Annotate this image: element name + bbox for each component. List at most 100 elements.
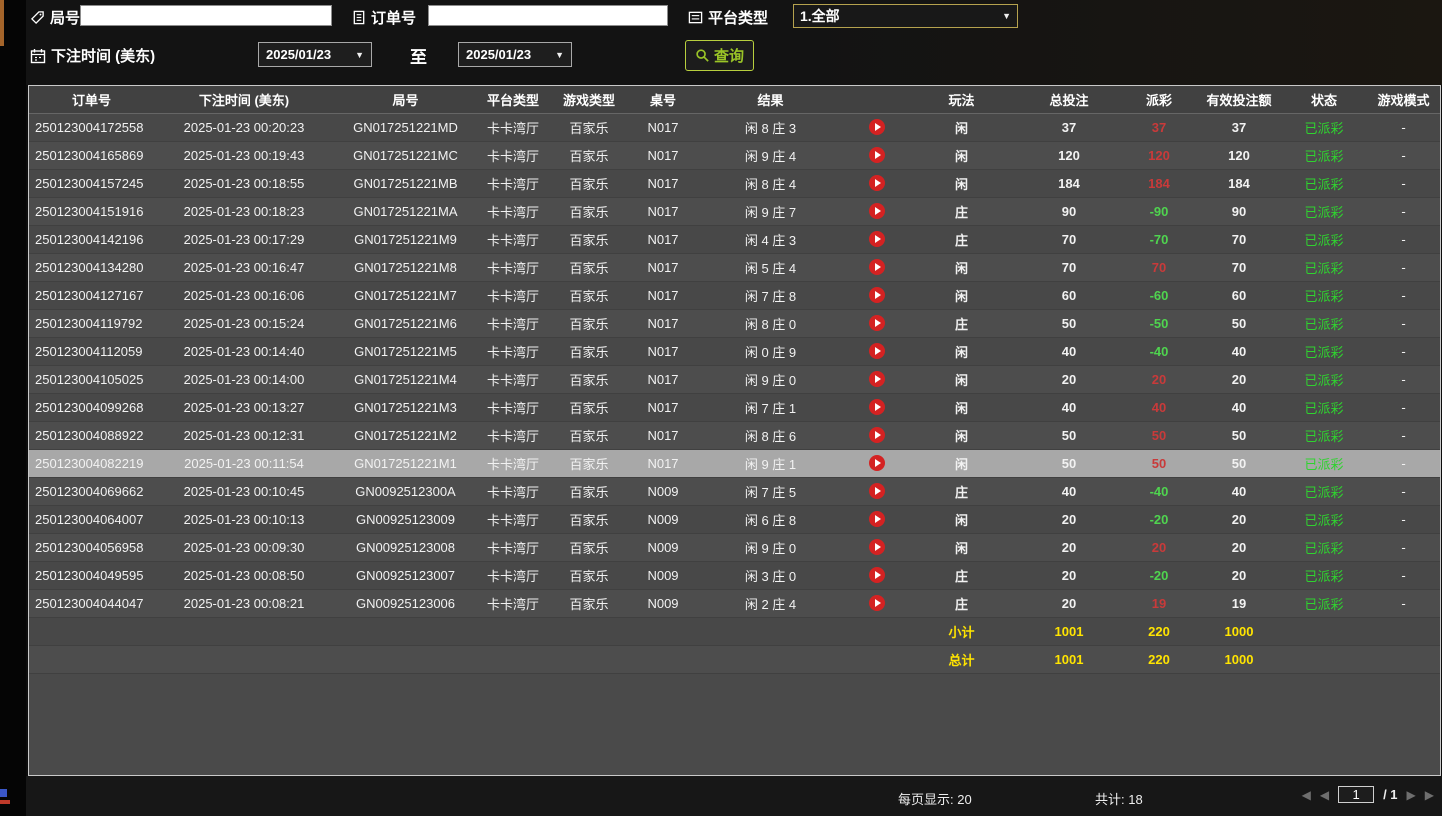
table-row[interactable]: 2501230040440472025-01-23 00:08:21GN0092… xyxy=(29,589,1441,617)
left-accent-top xyxy=(0,0,4,46)
play-icon[interactable] xyxy=(869,231,885,247)
table-row[interactable]: 2501230041519162025-01-23 00:18:23GN0172… xyxy=(29,197,1441,225)
cell-mode: - xyxy=(1364,477,1441,505)
result-video-cell xyxy=(844,421,909,449)
table-row[interactable]: 2501230040569582025-01-23 00:09:30GN0092… xyxy=(29,533,1441,561)
table-row[interactable]: 2501230041271672025-01-23 00:16:06GN0172… xyxy=(29,281,1441,309)
cell-bet: 庄 xyxy=(909,561,1014,589)
total-count-label: 共计: 18 xyxy=(1095,789,1143,808)
table-row[interactable]: 2501230040822192025-01-23 00:11:54GN0172… xyxy=(29,449,1441,477)
page-number-input[interactable] xyxy=(1338,786,1374,803)
cell-game: 百家乐 xyxy=(549,533,629,561)
table-row[interactable]: 2501230041572452025-01-23 00:18:55GN0172… xyxy=(29,169,1441,197)
total-total-bet: 1001 xyxy=(1014,645,1124,673)
cell-table_no: N017 xyxy=(629,169,697,197)
cell-time: 2025-01-23 00:10:45 xyxy=(154,477,334,505)
table-row[interactable]: 2501230041197922025-01-23 00:15:24GN0172… xyxy=(29,309,1441,337)
play-icon[interactable] xyxy=(869,287,885,303)
cell-result: 闲 0 庄 9 xyxy=(697,337,844,365)
left-accent-bottom-blue xyxy=(0,789,7,797)
play-icon[interactable] xyxy=(869,595,885,611)
cell-order: 250123004119792 xyxy=(29,309,154,337)
cell-order: 250123004157245 xyxy=(29,169,154,197)
result-video-cell xyxy=(844,589,909,617)
play-icon[interactable] xyxy=(869,119,885,135)
column-header: 有效投注额 xyxy=(1194,86,1284,113)
table-row[interactable]: 2501230041342802025-01-23 00:16:47GN0172… xyxy=(29,253,1441,281)
cell-time: 2025-01-23 00:10:13 xyxy=(154,505,334,533)
round-number-input[interactable] xyxy=(80,5,332,26)
subtotal-label: 小计 xyxy=(909,617,1014,645)
play-icon[interactable] xyxy=(869,539,885,555)
search-button[interactable]: 查询 xyxy=(685,40,754,71)
play-icon[interactable] xyxy=(869,147,885,163)
subtotal-spacer-right xyxy=(1284,617,1441,645)
play-icon[interactable] xyxy=(869,315,885,331)
cell-result: 闲 7 庄 8 xyxy=(697,281,844,309)
first-page-button[interactable]: ◀ xyxy=(1302,788,1311,802)
cell-bet: 闲 xyxy=(909,281,1014,309)
cell-platform: 卡卡湾厅 xyxy=(477,253,549,281)
column-header xyxy=(844,86,909,113)
cell-bet: 闲 xyxy=(909,533,1014,561)
date-to-value: 2025/01/23 xyxy=(466,47,531,62)
play-icon[interactable] xyxy=(869,371,885,387)
table-row[interactable]: 2501230041725582025-01-23 00:20:23GN0172… xyxy=(29,113,1441,141)
cell-game: 百家乐 xyxy=(549,281,629,309)
play-icon[interactable] xyxy=(869,455,885,471)
play-icon[interactable] xyxy=(869,567,885,583)
cell-round: GN017251221MD xyxy=(334,113,477,141)
cell-table_no: N017 xyxy=(629,141,697,169)
document-icon xyxy=(352,10,366,25)
order-number-input[interactable] xyxy=(428,5,668,26)
table-row[interactable]: 2501230041050252025-01-23 00:14:00GN0172… xyxy=(29,365,1441,393)
prev-page-button[interactable]: ◀ xyxy=(1320,788,1329,802)
table-row[interactable]: 2501230041421962025-01-23 00:17:29GN0172… xyxy=(29,225,1441,253)
cell-time: 2025-01-23 00:14:40 xyxy=(154,337,334,365)
cell-game: 百家乐 xyxy=(549,449,629,477)
table-row[interactable]: 2501230040640072025-01-23 00:10:13GN0092… xyxy=(29,505,1441,533)
date-to-picker[interactable]: 2025/01/23 ▼ xyxy=(458,42,572,67)
cell-order: 250123004127167 xyxy=(29,281,154,309)
cell-round: GN017251221M2 xyxy=(334,421,477,449)
cell-round: GN00925123009 xyxy=(334,505,477,533)
play-icon[interactable] xyxy=(869,343,885,359)
play-icon[interactable] xyxy=(869,483,885,499)
cell-payout: 37 xyxy=(1124,113,1194,141)
cell-platform: 卡卡湾厅 xyxy=(477,477,549,505)
cell-order: 250123004088922 xyxy=(29,421,154,449)
table-row[interactable]: 2501230040889222025-01-23 00:12:31GN0172… xyxy=(29,421,1441,449)
play-icon[interactable] xyxy=(869,203,885,219)
cell-valid_bet: 50 xyxy=(1194,309,1284,337)
table-row[interactable]: 2501230040495952025-01-23 00:08:50GN0092… xyxy=(29,561,1441,589)
total-spacer xyxy=(29,645,909,673)
table-row[interactable]: 2501230041658692025-01-23 00:19:43GN0172… xyxy=(29,141,1441,169)
cell-game: 百家乐 xyxy=(549,113,629,141)
cell-round: GN017251221M9 xyxy=(334,225,477,253)
cell-mode: - xyxy=(1364,141,1441,169)
last-page-button[interactable]: ▶ xyxy=(1425,788,1434,802)
next-page-button[interactable]: ▶ xyxy=(1407,788,1416,802)
tag-icon xyxy=(30,10,45,25)
cell-time: 2025-01-23 00:08:21 xyxy=(154,589,334,617)
play-icon[interactable] xyxy=(869,427,885,443)
cell-mode: - xyxy=(1364,309,1441,337)
cell-round: GN017251221MC xyxy=(334,141,477,169)
table-row[interactable]: 2501230040696622025-01-23 00:10:45GN0092… xyxy=(29,477,1441,505)
play-icon[interactable] xyxy=(869,259,885,275)
cell-payout: 19 xyxy=(1124,589,1194,617)
table-row[interactable]: 2501230040992682025-01-23 00:13:27GN0172… xyxy=(29,393,1441,421)
cell-payout: -50 xyxy=(1124,309,1194,337)
date-from-picker[interactable]: 2025/01/23 ▼ xyxy=(258,42,372,67)
play-icon[interactable] xyxy=(869,175,885,191)
cell-total_bet: 120 xyxy=(1014,141,1124,169)
cell-valid_bet: 20 xyxy=(1194,365,1284,393)
platform-type-select[interactable]: 1.全部 ▼ xyxy=(793,4,1018,28)
cell-valid_bet: 20 xyxy=(1194,505,1284,533)
table-row[interactable]: 2501230041120592025-01-23 00:14:40GN0172… xyxy=(29,337,1441,365)
cell-table_no: N017 xyxy=(629,309,697,337)
result-video-cell xyxy=(844,113,909,141)
cell-mode: - xyxy=(1364,561,1441,589)
play-icon[interactable] xyxy=(869,399,885,415)
play-icon[interactable] xyxy=(869,511,885,527)
